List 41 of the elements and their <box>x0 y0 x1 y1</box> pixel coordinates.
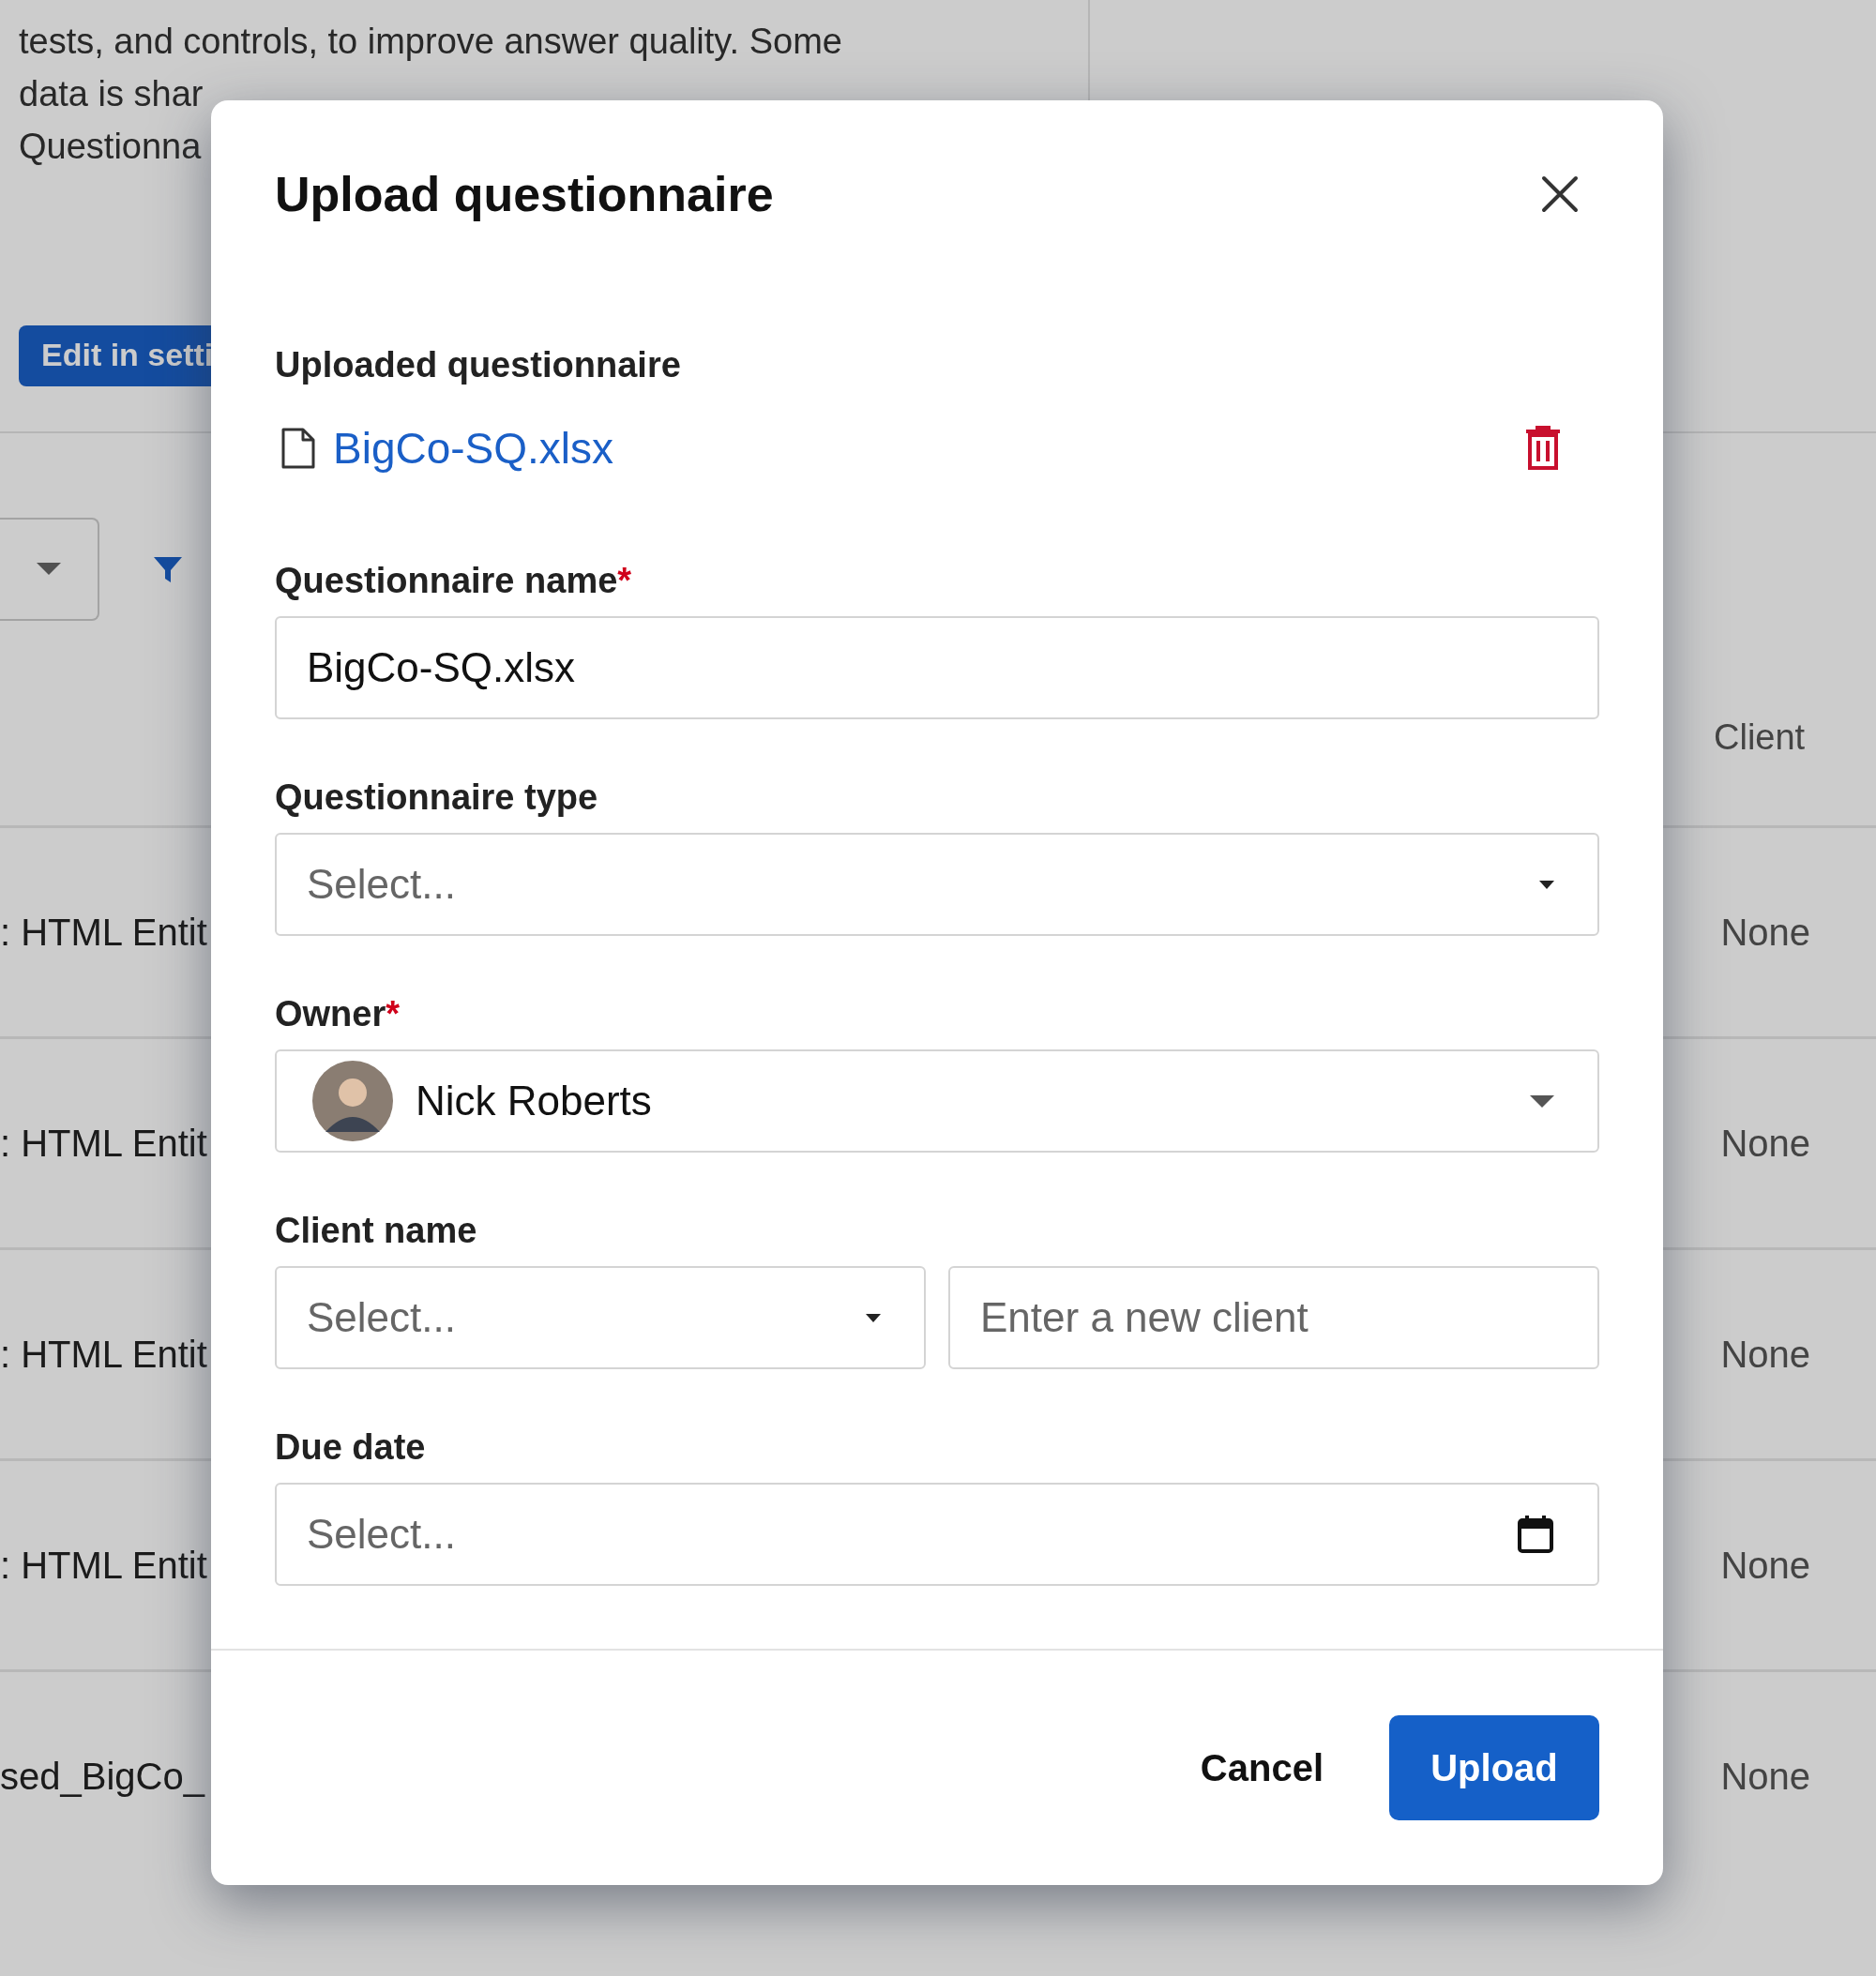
filter-icon[interactable] <box>153 555 183 585</box>
owner-select[interactable]: Nick Roberts <box>275 1049 1599 1153</box>
field-label: Owner* <box>275 994 401 1034</box>
table-cell: : HTML Entit <box>0 1333 207 1376</box>
notice-text: tests, and controls, to improve answer quality. Some <box>19 21 843 63</box>
table-cell: None <box>1720 1122 1810 1165</box>
trash-icon[interactable] <box>1524 426 1562 471</box>
dialog-title: Upload questionnaire <box>275 166 774 222</box>
file-icon <box>280 427 316 470</box>
table-cell: sed_BigCo_ <box>0 1755 204 1798</box>
notice-text: Questionna <box>19 126 203 168</box>
table-cell: : HTML Entit <box>0 1544 207 1587</box>
field-label: Due date <box>275 1427 427 1468</box>
file-link[interactable]: BigCo-SQ.xlsx <box>333 423 614 474</box>
table-cell: None <box>1720 1333 1810 1376</box>
caret-icon <box>1530 1094 1554 1108</box>
column-header: Client <box>1714 717 1806 758</box>
required-mark: * <box>617 561 632 600</box>
new-client-input[interactable]: Enter a new client <box>948 1266 1599 1369</box>
field-label: Questionnaire type <box>275 777 599 818</box>
table-cell: : HTML Entit <box>0 1122 207 1165</box>
name-input[interactable]: BigCo-SQ.xlsx <box>275 616 1599 719</box>
table-cell: None <box>1720 911 1810 954</box>
date-picker[interactable]: Select... <box>275 1483 1599 1586</box>
caret-icon <box>866 1313 881 1322</box>
field-label: Questionnaire name* <box>275 561 633 601</box>
upload-button[interactable]: Upload <box>1389 1715 1599 1820</box>
type-select[interactable]: Select... <box>275 833 1599 936</box>
cancel-button[interactable]: Cancel <box>1190 1737 1333 1799</box>
avatar-icon <box>312 1061 393 1141</box>
client-select[interactable]: Select... <box>275 1266 926 1369</box>
caret-icon <box>1539 880 1554 889</box>
table-cell: None <box>1720 1544 1810 1587</box>
caret-icon <box>37 563 61 576</box>
table-cell: None <box>1720 1755 1810 1798</box>
close-icon[interactable] <box>1541 175 1579 213</box>
required-mark: * <box>386 994 401 1033</box>
field-label: Client name <box>275 1211 478 1251</box>
calendar-icon <box>1517 1515 1554 1554</box>
notice-text: data is shar <box>19 73 204 115</box>
table-cell: : HTML Entit <box>0 911 207 954</box>
